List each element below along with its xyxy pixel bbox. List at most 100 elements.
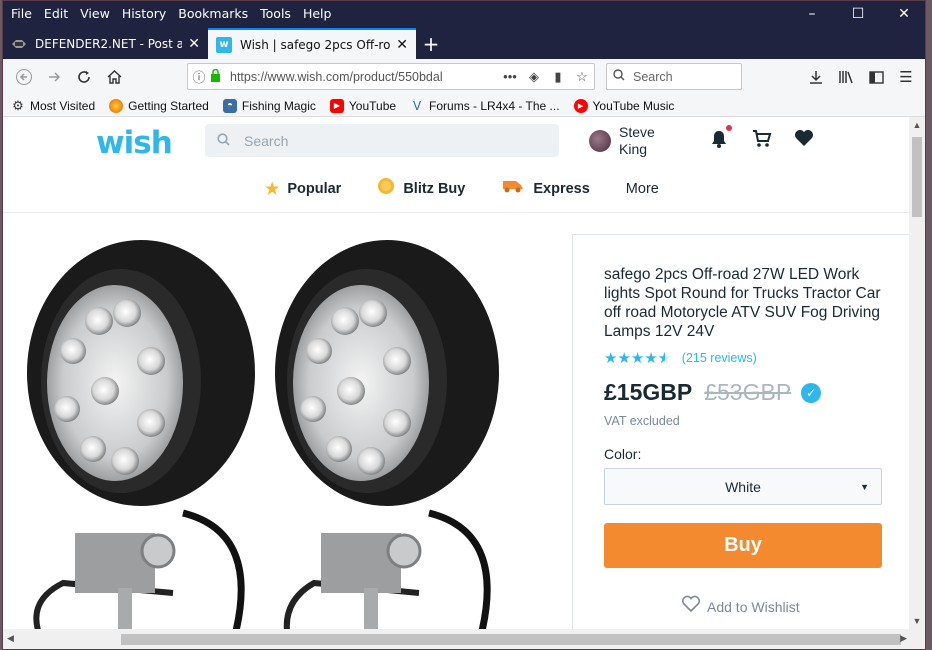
- minimize-button[interactable]: –: [789, 1, 835, 27]
- rating-stars[interactable]: ★★★★ ★ ★ (215 reviews): [604, 349, 757, 367]
- wish-logo[interactable]: wish: [96, 125, 173, 161]
- info-icon[interactable]: ⓘ: [188, 67, 210, 86]
- avatar: [589, 130, 611, 152]
- half-star-icon: ★ ★: [657, 350, 672, 367]
- buy-button[interactable]: Buy: [604, 523, 882, 568]
- menu-help[interactable]: Help: [297, 6, 338, 21]
- nav-more[interactable]: More: [626, 177, 659, 200]
- reload-icon[interactable]: [69, 62, 99, 92]
- product-image[interactable]: [3, 233, 563, 629]
- vertical-scrollbar[interactable]: ▲ ▼: [909, 117, 925, 629]
- original-price: £53GBP: [704, 379, 792, 405]
- bookmark-label: Forums - LR4x4 - The ...: [429, 98, 560, 113]
- scrollbar-thumb[interactable]: [121, 634, 901, 645]
- scroll-right-icon[interactable]: ▶: [900, 633, 907, 644]
- product-details-panel: safego 2pcs Off-road 27W LED Work lights…: [572, 234, 911, 629]
- heart-outline-icon: [681, 595, 701, 619]
- add-to-wishlist-button[interactable]: Add to Wishlist: [681, 595, 800, 619]
- new-tab-button[interactable]: +: [416, 28, 446, 59]
- gear-icon: ⚙: [12, 97, 24, 113]
- nav-popular[interactable]: ★ Popular: [265, 177, 341, 200]
- product-title: safego 2pcs Off-road 27W LED Work lights…: [604, 266, 881, 340]
- library-icon[interactable]: [831, 62, 861, 92]
- close-window-button[interactable]: ✕: [881, 1, 925, 27]
- pocket-icon[interactable]: ◈: [522, 69, 546, 85]
- title-area: File Edit View History Bookmarks Tools H…: [3, 1, 925, 59]
- scroll-up-icon[interactable]: ▲: [909, 117, 925, 133]
- firefox-icon: [109, 98, 124, 113]
- sidebar-icon[interactable]: [861, 62, 891, 92]
- lock-icon: [210, 68, 226, 85]
- page-actions-icon[interactable]: •••: [498, 69, 522, 84]
- tab-wish[interactable]: w Wish | safego 2pcs Off-road 27W ✕: [208, 28, 416, 59]
- search-placeholder: Search: [633, 69, 673, 84]
- tab-defender[interactable]: DEFENDER2.NET - Post a reply ✕: [3, 28, 208, 59]
- bookmark-youtube[interactable]: ▶ YouTube: [322, 98, 402, 113]
- tab-strip: DEFENDER2.NET - Post a reply ✕ w Wish | …: [3, 28, 925, 59]
- menu-tools[interactable]: Tools: [254, 6, 297, 21]
- truck-icon: [501, 178, 525, 199]
- horizontal-scrollbar[interactable]: ◀ ▶: [3, 629, 925, 649]
- bookmark-forums[interactable]: ᐯ Forums - LR4x4 - The ...: [402, 99, 565, 113]
- download-icon[interactable]: [801, 62, 831, 92]
- color-value: White: [725, 478, 761, 495]
- bookmark-getting-started[interactable]: Getting Started: [101, 98, 215, 113]
- bookmark-label: Fishing Magic: [241, 98, 316, 113]
- fish-icon: ◓: [222, 98, 237, 113]
- color-label: Color:: [604, 446, 642, 462]
- wish-search-input[interactable]: Search: [205, 124, 559, 157]
- toolbar-right: ☰: [801, 62, 921, 92]
- menu-edit[interactable]: Edit: [38, 6, 74, 21]
- browser-window: File Edit View History Bookmarks Tools H…: [2, 0, 926, 650]
- bell-icon[interactable]: [710, 125, 752, 153]
- star-icon: ★★★★: [604, 350, 658, 367]
- menu-file[interactable]: File: [3, 6, 38, 21]
- notification-dot: [726, 125, 732, 131]
- bookmark-fishing-magic[interactable]: ◓ Fishing Magic: [215, 98, 322, 113]
- scrollbar-thumb[interactable]: [912, 137, 922, 217]
- review-count[interactable]: (215 reviews): [682, 351, 757, 365]
- menu-history[interactable]: History: [116, 6, 172, 21]
- bookmark-star-icon[interactable]: ☆: [570, 69, 594, 85]
- heart-icon[interactable]: [794, 129, 836, 153]
- hamburger-menu-icon[interactable]: ☰: [891, 62, 921, 92]
- tab-close-icon[interactable]: ✕: [188, 36, 200, 52]
- bookmark-label: YouTube Music: [592, 98, 675, 113]
- url-bar[interactable]: ⓘ https://www.wish.com/product/550bdal •…: [187, 63, 595, 90]
- category-nav: ★ Popular Blitz Buy Express More: [265, 177, 695, 200]
- window-controls: – ☐ ✕: [789, 1, 925, 27]
- current-price: £15GBP: [604, 379, 693, 405]
- price-row: £15GBP £53GBP ✓: [604, 379, 822, 406]
- menu-view[interactable]: View: [74, 6, 116, 21]
- url-text: https://www.wish.com/product/550bdal: [230, 69, 443, 84]
- search-icon: [613, 69, 625, 84]
- user-profile[interactable]: Steve King: [589, 124, 679, 158]
- cart-icon[interactable]: [752, 129, 794, 153]
- bookmarks-toolbar: ⚙ Most Visited Getting Started ◓ Fishing…: [3, 95, 925, 117]
- page-viewport: wish Search Steve King ★ Popular Blitz B…: [3, 117, 911, 629]
- color-select[interactable]: White ▼: [604, 468, 882, 505]
- browser-search-input[interactable]: Search: [606, 63, 742, 90]
- forward-icon[interactable]: [39, 62, 69, 92]
- bookmark-youtube-music[interactable]: ▶ YouTube Music: [566, 98, 681, 113]
- nav-blitz-buy[interactable]: Blitz Buy: [377, 177, 465, 200]
- star-icon: ★: [265, 180, 280, 198]
- menu-bookmarks[interactable]: Bookmarks: [172, 6, 254, 21]
- nav-label: Popular: [287, 180, 342, 197]
- bookmark-label: Most Visited: [30, 98, 96, 113]
- wish-favicon-icon: w: [216, 36, 232, 53]
- back-icon[interactable]: [9, 62, 39, 92]
- scroll-down-icon[interactable]: ▼: [909, 613, 925, 629]
- scroll-left-icon[interactable]: ◀: [7, 633, 14, 644]
- tab-close-icon[interactable]: ✕: [396, 37, 408, 53]
- home-icon[interactable]: [99, 62, 129, 92]
- reader-icon[interactable]: ▮: [546, 69, 570, 85]
- caret-down-icon: ▼: [860, 482, 869, 492]
- forum-icon: ᐯ: [412, 98, 422, 113]
- bookmark-most-visited[interactable]: ⚙ Most Visited: [3, 97, 101, 113]
- youtube-icon: ▶: [329, 98, 344, 113]
- search-icon: [217, 132, 230, 149]
- nav-express[interactable]: Express: [501, 177, 590, 200]
- maximize-button[interactable]: ☐: [835, 1, 881, 27]
- nav-label: Express: [533, 180, 590, 197]
